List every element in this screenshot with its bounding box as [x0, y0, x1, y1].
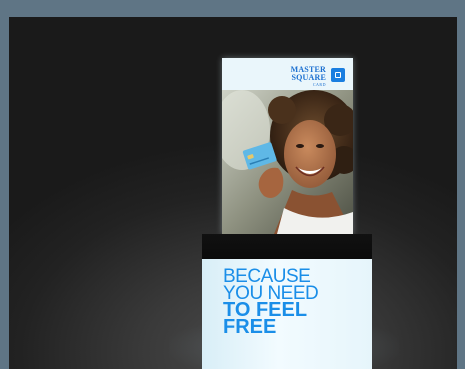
lightbox-poster: MASTER SQUARE CARD: [222, 58, 353, 234]
logo-line-3: CARD: [312, 82, 326, 87]
counter-front-panel: BECAUSE YOU NEED TO FEEL FREE: [202, 259, 372, 369]
brand-logo-icon: [331, 68, 345, 82]
tagline-line-4: FREE: [223, 316, 277, 338]
illuminated-counter: BECAUSE YOU NEED TO FEEL FREE: [202, 234, 372, 369]
woman-holding-card-photo: [222, 90, 353, 234]
poster-header: MASTER SQUARE CARD: [222, 58, 353, 90]
counter-top: [202, 234, 372, 259]
page: { "poster": { "logo": { "line1": "MASTER…: [0, 0, 465, 369]
brand-logo-text: MASTER SQUARE CARD: [291, 66, 326, 88]
tagline: BECAUSE YOU NEED TO FEEL FREE: [223, 267, 319, 338]
display-scene: MASTER SQUARE CARD BECAUSE YOU NEED TO F…: [9, 17, 457, 369]
logo-line-2: SQUARE: [291, 73, 326, 82]
